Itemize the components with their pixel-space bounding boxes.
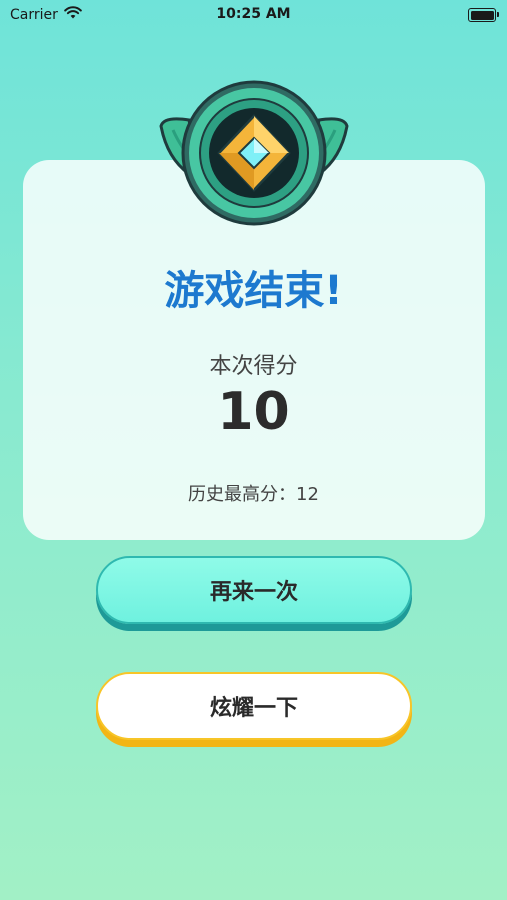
retry-button[interactable]: 再来一次 <box>96 556 412 624</box>
best-score-line: 历史最高分：12 <box>0 480 507 506</box>
share-button[interactable]: 炫耀一下 <box>96 672 412 740</box>
status-time: 10:25 AM <box>216 6 291 22</box>
score-label: 本次得分 <box>209 354 298 379</box>
score-value: 10 <box>217 382 290 442</box>
retry-button-label: 再来一次 <box>209 580 298 605</box>
battery-fill <box>470 10 494 20</box>
game-over-title: 游戏结束! <box>164 268 343 314</box>
best-score-label: 历史最高分： <box>188 484 297 505</box>
best-score-value: 12 <box>296 484 319 505</box>
status-bar: Carrier 10:25 AM <box>0 0 507 30</box>
battery-icon <box>468 8 499 22</box>
share-button-label: 炫耀一下 <box>209 696 298 721</box>
medal-badge-icon <box>159 78 349 228</box>
